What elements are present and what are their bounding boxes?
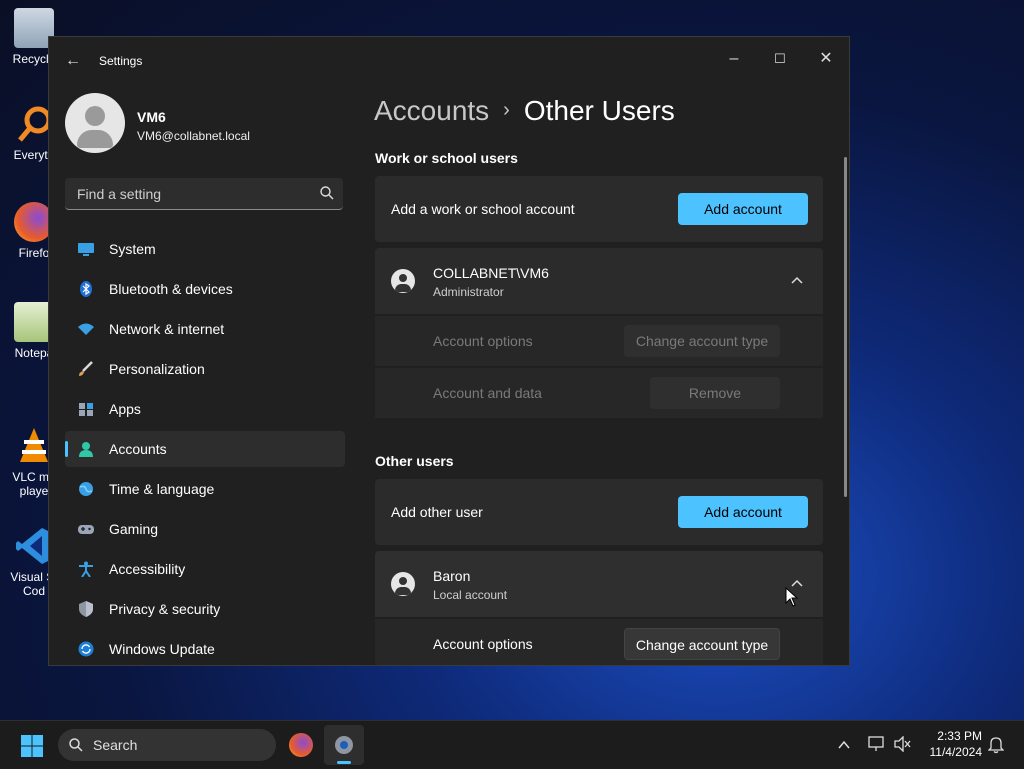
clock-time: 2:33 PM [937,729,982,743]
user-name: Baron [433,568,471,584]
active-app-indicator [337,761,351,764]
work-school-heading: Work or school users [375,150,518,166]
sidebar-item-apps[interactable]: Apps [65,391,345,427]
sidebar-item-bluetooth[interactable]: Bluetooth & devices [65,271,345,307]
gear-icon [335,736,353,754]
search-icon[interactable] [319,185,335,201]
sidebar-item-label: Network & internet [109,321,225,337]
scrollbar[interactable] [844,157,847,497]
settings-taskbar-button[interactable] [324,725,364,765]
add-work-account-text: Add a work or school account [391,201,575,217]
sidebar-item-label: Accessibility [109,561,186,577]
accessibility-icon [79,561,93,577]
search-input[interactable] [75,183,309,205]
windows-start-icon[interactable] [20,734,44,758]
sidebar-item-label: Personalization [109,361,205,377]
sidebar-item-gaming[interactable]: Gaming [65,511,345,547]
clock[interactable]: 2:33 PM 11/4/2024 [918,729,983,759]
page-title: Other Users [523,95,675,126]
add-work-account-card: Add a work or school account Add account [375,176,823,242]
remove-account-button[interactable]: Remove [650,377,780,409]
close-button[interactable]: ✕ [803,43,849,75]
window-title: Settings [99,54,143,68]
notification-bell-icon[interactable] [988,736,1004,754]
add-work-account-button[interactable]: Add account [678,193,808,225]
account-data-row: Account and data Remove [375,368,823,418]
sidebar-item-label: Apps [109,401,141,417]
title-bar: ← Settings – ☐ ✕ [49,37,849,85]
sidebar-item-label: Time & language [109,481,215,497]
user-card-collabnet-vm6[interactable]: COLLABNET\VM6 Administrator [375,248,823,314]
taskbar-search[interactable]: Search [58,729,276,761]
sidebar-item-label: System [109,241,156,257]
sidebar-item-accessibility[interactable]: Accessibility [65,551,345,587]
user-role: Administrator [433,285,504,299]
other-users-heading: Other users [375,453,454,469]
taskbar-search-label: Search [93,737,138,753]
maximize-button[interactable]: ☐ [757,43,803,75]
user-name: COLLABNET\VM6 [433,265,549,281]
taskbar: Search 2:33 PM 11/4/2024 [0,720,1024,769]
system-icon [78,243,94,256]
sidebar-item-label: Gaming [109,521,159,537]
bluetooth-icon [80,281,92,297]
chevron-up-icon[interactable] [837,738,851,752]
brush-icon [79,361,93,376]
account-options-row: Account options Change account type [375,619,823,665]
profile-name: VM6 [137,109,166,125]
wifi-icon [78,323,94,335]
update-icon [78,641,94,657]
breadcrumb: Accounts › Other Users [374,95,675,127]
minimize-button[interactable]: – [711,43,757,75]
add-other-user-card: Add other user Add account [375,479,823,545]
add-other-user-text: Add other user [391,504,483,520]
apps-icon [79,403,93,416]
user-avatar [391,269,415,293]
person-icon [79,442,93,457]
user-avatar [391,572,415,596]
avatar [65,93,125,153]
account-options-label: Account options [433,636,533,652]
sidebar-nav: System Bluetooth & devices Network & int… [65,231,345,665]
clock-date: 11/4/2024 [929,745,983,759]
add-other-user-button[interactable]: Add account [678,496,808,528]
network-icon[interactable] [868,736,886,752]
gamepad-icon [78,525,94,534]
shield-icon [79,601,93,617]
sidebar-item-label: Windows Update [109,641,215,657]
change-account-type-button[interactable]: Change account type [624,325,780,357]
sidebar-item-windows-update[interactable]: Windows Update [65,631,345,665]
account-options-label: Account options [433,333,533,349]
sidebar-item-time-language[interactable]: Time & language [65,471,345,507]
volume-muted-icon[interactable] [894,736,912,752]
settings-window: ← Settings – ☐ ✕ VM6 VM6@collabnet.local… [48,36,850,666]
mouse-cursor-icon [785,587,799,607]
breadcrumb-parent[interactable]: Accounts [374,95,489,126]
sidebar-item-privacy[interactable]: Privacy & security [65,591,345,627]
profile-email: VM6@collabnet.local [137,129,250,143]
sidebar-item-accounts[interactable]: Accounts [65,431,345,467]
find-setting-box[interactable] [65,178,343,210]
back-arrow-icon[interactable]: ← [63,51,83,71]
account-options-row: Account options Change account type [375,316,823,366]
search-icon [69,738,83,752]
sidebar-item-label: Bluetooth & devices [109,281,233,297]
firefox-taskbar-icon[interactable] [289,733,313,757]
sidebar-item-network[interactable]: Network & internet [65,311,345,347]
change-account-type-button[interactable]: Change account type [624,628,780,660]
account-data-label: Account and data [433,385,542,401]
sidebar-item-personalization[interactable]: Personalization [65,351,345,387]
chevron-right-icon: › [503,99,510,121]
sidebar-item-system[interactable]: System [65,231,345,267]
globe-icon [79,482,93,496]
sidebar-item-label: Privacy & security [109,601,221,617]
sidebar-item-label: Accounts [109,441,167,457]
user-role: Local account [433,588,508,602]
user-card-baron[interactable]: Baron Local account [375,551,823,617]
chevron-up-icon[interactable] [789,273,805,289]
